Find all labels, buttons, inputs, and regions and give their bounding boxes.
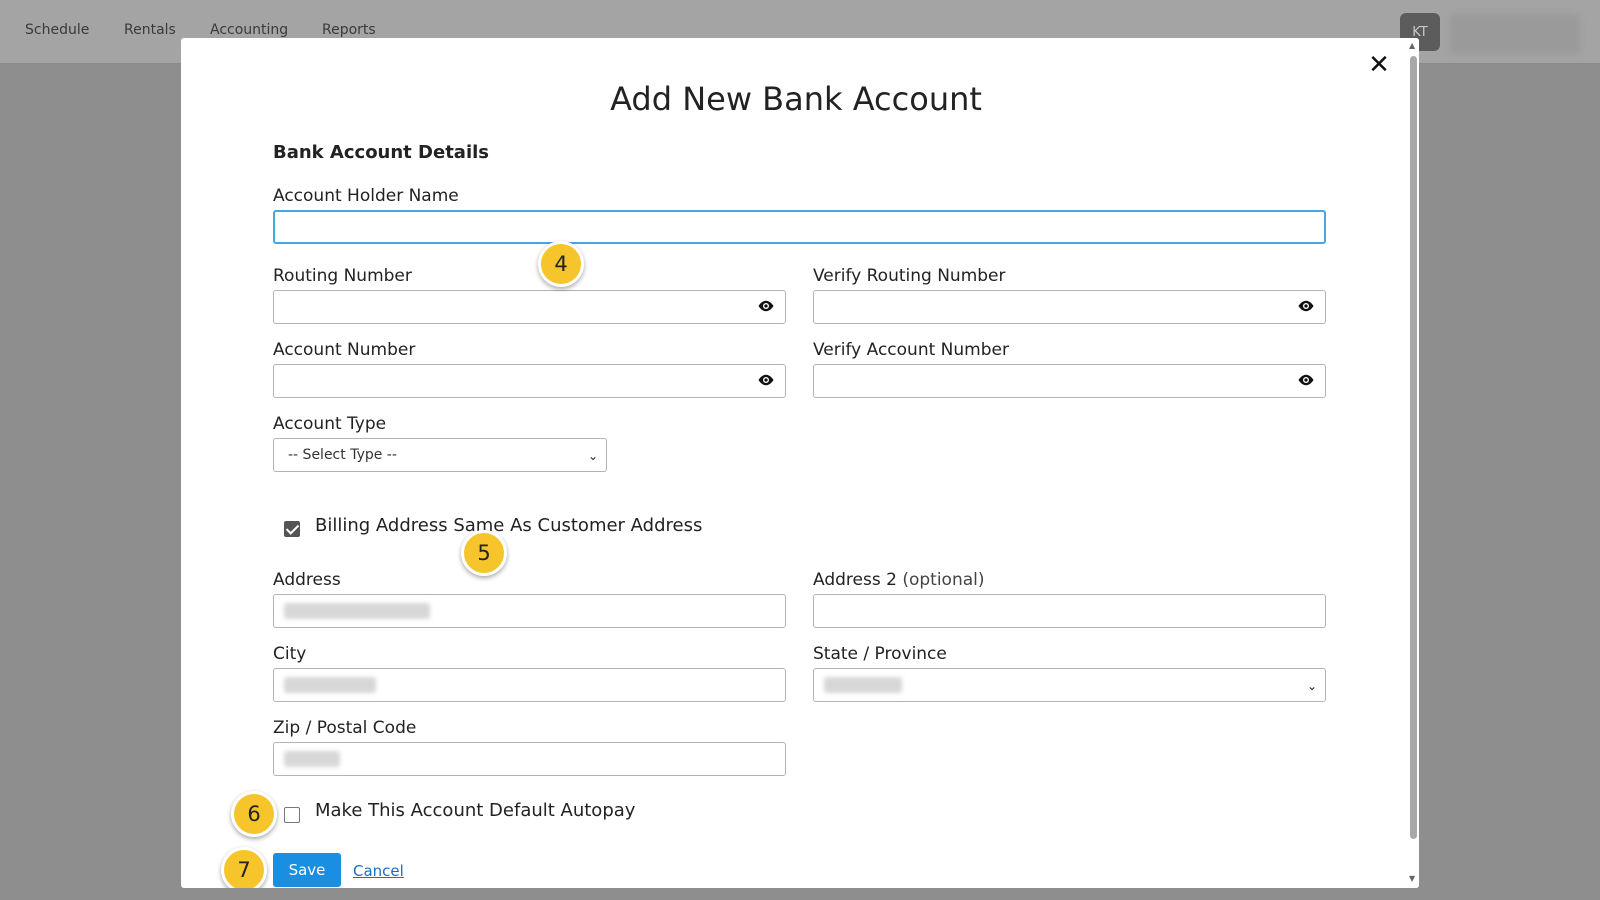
zip-label: Zip / Postal Code (273, 718, 417, 738)
section-title: Bank Account Details (273, 142, 490, 163)
annotation-marker-5: 5 (461, 530, 507, 576)
nav-item-schedule[interactable]: Schedule (25, 22, 89, 38)
city-field[interactable] (273, 668, 786, 702)
annotation-marker-4: 4 (538, 241, 584, 287)
account-type-label: Account Type (273, 414, 387, 434)
routing-number-field[interactable] (273, 290, 786, 324)
account-holder-name-label: Account Holder Name (273, 186, 459, 206)
scroll-thumb[interactable] (1410, 56, 1417, 839)
state-label: State / Province (813, 644, 947, 664)
address2-field[interactable] (813, 594, 1326, 628)
add-bank-account-modal: ✕ Add New Bank Account ▲ ▼ Bank Account … (181, 38, 1419, 888)
chevron-down-icon: ⌄ (587, 449, 598, 463)
nav-item-accounting[interactable]: Accounting (210, 22, 288, 38)
close-icon[interactable]: ✕ (1366, 52, 1392, 78)
address-value-redacted (284, 603, 430, 619)
default-autopay-label: Make This Account Default Autopay (315, 800, 636, 821)
annotation-marker-6: 6 (231, 791, 277, 837)
billing-same-checkbox[interactable] (284, 521, 300, 537)
eye-icon[interactable] (757, 373, 775, 387)
account-number-field[interactable] (273, 364, 786, 398)
address2-optional-text: (optional) (902, 570, 985, 590)
verify-account-number-field[interactable] (813, 364, 1326, 398)
eye-icon[interactable] (757, 299, 775, 313)
zip-field[interactable] (273, 742, 786, 776)
billing-same-label: Billing Address Same As Customer Address (315, 515, 703, 536)
cancel-link[interactable]: Cancel (353, 862, 404, 880)
routing-number-label: Routing Number (273, 266, 412, 286)
scroll-up-icon[interactable]: ▲ (1409, 41, 1415, 50)
address2-label: Address 2 (optional) (813, 570, 985, 590)
account-type-selected: -- Select Type -- (288, 447, 397, 463)
save-button[interactable]: Save (273, 853, 341, 887)
default-autopay-checkbox[interactable] (284, 807, 300, 823)
city-label: City (273, 644, 307, 664)
address-field[interactable] (273, 594, 786, 628)
state-select[interactable]: ⌄ (813, 668, 1326, 702)
modal-title: Add New Bank Account (610, 80, 982, 118)
address-label: Address (273, 570, 341, 590)
user-info-redacted (1450, 14, 1580, 54)
eye-icon[interactable] (1297, 299, 1315, 313)
verify-routing-number-label: Verify Routing Number (813, 266, 1006, 286)
state-value-redacted (824, 677, 902, 693)
nav-item-rentals[interactable]: Rentals (124, 22, 176, 38)
zip-value-redacted (284, 751, 340, 767)
address2-label-text: Address 2 (813, 570, 897, 590)
verify-routing-number-field[interactable] (813, 290, 1326, 324)
nav-item-reports[interactable]: Reports (322, 22, 376, 38)
annotation-marker-7: 7 (221, 847, 267, 888)
account-holder-name-field[interactable] (273, 210, 1326, 244)
account-number-label: Account Number (273, 340, 416, 360)
modal-scrollbar[interactable]: ▲ ▼ (1407, 38, 1419, 888)
eye-icon[interactable] (1297, 373, 1315, 387)
city-value-redacted (284, 677, 376, 693)
account-type-select[interactable]: -- Select Type -- ⌄ (273, 438, 607, 472)
scroll-down-icon[interactable]: ▼ (1409, 874, 1415, 883)
chevron-down-icon: ⌄ (1306, 679, 1317, 693)
verify-account-number-label: Verify Account Number (813, 340, 1009, 360)
